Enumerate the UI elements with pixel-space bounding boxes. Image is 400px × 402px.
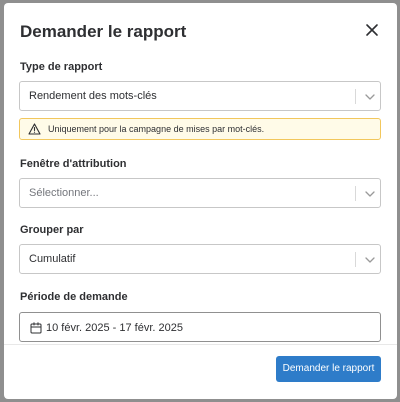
chevron-down-icon (365, 94, 375, 100)
attribution-window-label: Fenêtre d'attribution (20, 158, 127, 170)
close-button[interactable] (363, 21, 381, 39)
report-type-select[interactable]: Rendement des mots-clés (19, 81, 381, 111)
chevron-down-icon (365, 257, 375, 263)
alert-message: Uniquement pour la campagne de mises par… (48, 124, 265, 134)
keyword-campaign-alert: Uniquement pour la campagne de mises par… (19, 118, 381, 140)
request-period-label: Période de demande (20, 291, 128, 303)
close-icon (366, 24, 378, 36)
footer-divider (4, 344, 397, 345)
date-range-value: 10 févr. 2025 - 17 févr. 2025 (46, 322, 183, 334)
calendar-icon (30, 322, 42, 334)
report-type-label: Type de rapport (20, 61, 103, 73)
group-by-label: Grouper par (20, 224, 84, 236)
select-divider (355, 252, 356, 267)
report-type-value: Rendement des mots-clés (29, 90, 157, 102)
select-divider (355, 89, 356, 104)
group-by-value: Cumulatif (29, 253, 76, 265)
select-divider (355, 186, 356, 201)
chevron-down-icon (365, 191, 375, 197)
date-range-picker[interactable]: 10 févr. 2025 - 17 févr. 2025 (19, 312, 381, 342)
attribution-window-select[interactable]: Sélectionner... (19, 178, 381, 208)
group-by-select[interactable]: Cumulatif (19, 244, 381, 274)
attribution-window-placeholder: Sélectionner... (29, 187, 99, 199)
dialog-title: Demander le rapport (20, 22, 187, 41)
request-report-dialog: Demander le rapport Type de rapport Rend… (4, 3, 397, 399)
warning-icon (28, 123, 41, 135)
request-report-button[interactable]: Demander le rapport (276, 356, 381, 382)
